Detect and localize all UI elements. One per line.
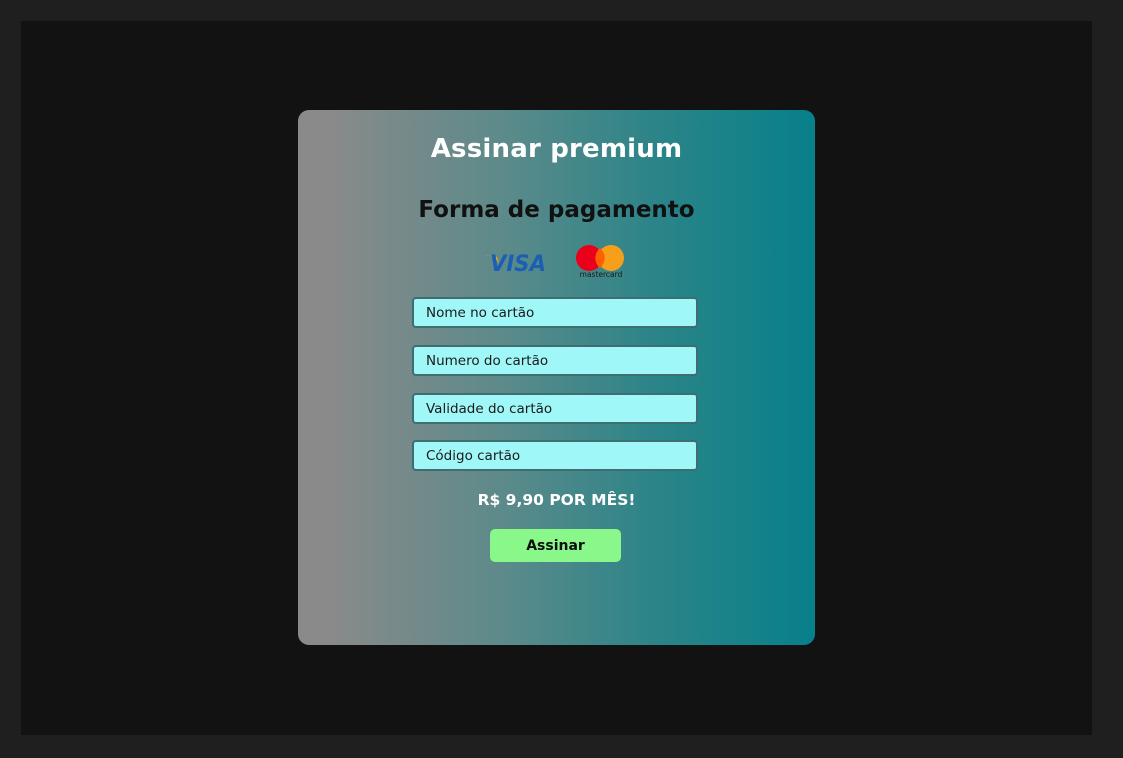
price-label: R$ 9,90 POR MÊS!: [477, 491, 636, 509]
card-number-input[interactable]: [412, 345, 698, 376]
subscribe-button[interactable]: Assinar: [490, 529, 621, 562]
card-brands: VISA mastercard: [298, 243, 815, 279]
svg-text:VISA: VISA: [490, 252, 546, 275]
page-title: Assinar premium: [430, 134, 683, 164]
visa-logo: VISA: [485, 252, 546, 275]
card-expiry-input[interactable]: [412, 393, 698, 424]
app-screen: Assinar premium Forma de pagamento VISA …: [21, 21, 1092, 735]
payment-method-heading: Forma de pagamento: [418, 197, 695, 223]
card-name-input[interactable]: [412, 297, 698, 328]
card-code-input[interactable]: [412, 440, 698, 471]
premium-subscription-card: Assinar premium Forma de pagamento VISA …: [298, 110, 815, 645]
mastercard-logo: mastercard: [576, 245, 624, 279]
svg-text:mastercard: mastercard: [580, 270, 623, 279]
